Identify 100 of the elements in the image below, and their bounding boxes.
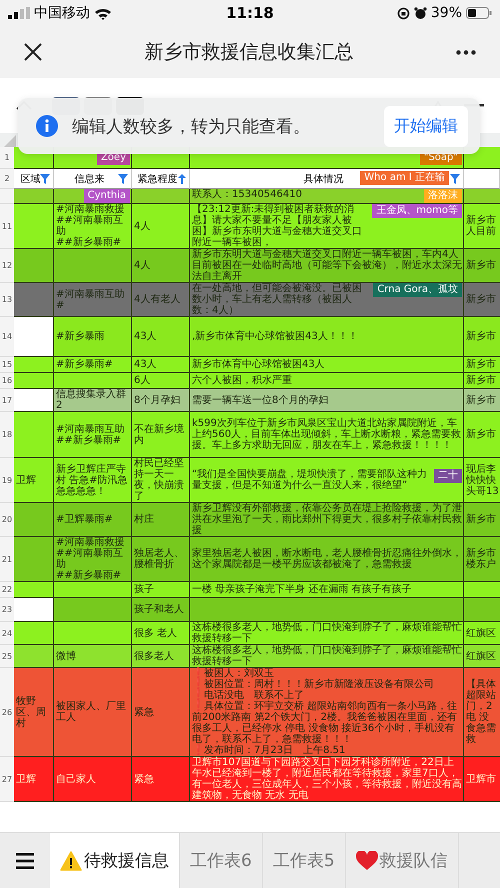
row-header[interactable]: 14 xyxy=(0,317,14,357)
row-header[interactable]: 17 xyxy=(0,389,14,412)
alarm-icon xyxy=(414,6,427,20)
table-cell xyxy=(464,189,500,204)
sheet-tab[interactable]: 待救援信息 xyxy=(50,833,180,888)
header-cell[interactable]: 具体情况 Who am I 正在输 xyxy=(190,169,464,189)
table-cell: 这栋楼很多老人，地势低，门口快淹到脖子了，麻烦谁能帮忙救援转移一下 xyxy=(190,622,464,645)
table-cell: ,新乡市体育中心球馆被困43人！！！ xyxy=(190,317,464,357)
header-cell[interactable]: 紧急程度 xyxy=(132,169,190,189)
more-icon[interactable] xyxy=(456,50,476,54)
table-cell: 新乡市楼东户 xyxy=(464,537,500,582)
table-cell: 新乡市东明大道与金穗大道交叉口附近一辆车被困，车内4人目前被困在一处临时高地（可能等下会被淹），附近水太深无法自主离开 xyxy=(190,249,464,283)
collaborator-tag: Cynthia xyxy=(84,189,130,203)
battery-icon xyxy=(466,7,492,19)
table-cell: 【23:12更新:未得到被困者获救的消息】请大家不要量不足【朋友家人被困】新乡市东明大道与金穗大道交叉口附近一辆车被困， 王金凤、momo等 xyxy=(190,204,464,249)
warning-icon xyxy=(60,850,82,870)
row-header[interactable]: 25 xyxy=(0,645,14,668)
collaborator-tag: 洛洛沫 xyxy=(424,189,462,203)
table-cell: 村民已经坚持一天一夜，快崩溃了 xyxy=(132,458,190,503)
filter-icon[interactable] xyxy=(450,174,460,184)
row-header[interactable]: 27 xyxy=(0,757,14,802)
table-cell: 卫辉市107国道与下园路交叉口下园牙科诊所附近，22日上午水已经淹到一楼了，附近居民都在等待救援，家里7口人，有一位老人，三位成年人，三个小孩，等待救援，附近没有高建筑物，无食物 无水 无电 xyxy=(190,757,464,802)
table-cell: 8个月孕妇 xyxy=(132,389,190,412)
table-cell: 4人 xyxy=(132,204,190,249)
table-cell: ❗被困人：刘双玉 ❗被困位置：周村！！！新乡市新隆液压设备有限公司 ❗电话没电 联系不上了 ❗具体位置：环宇立交桥 超限站南邻向西有一条小马路，往前200米路南 第2个铁大门，2楼。我爸爸被困在里面，还有很多工人，已经停水 停电 没食物 接近36个小时，手机没有电了，联系不上了，急需救援！！！ ❗发布时间：7月23日 上午8.51 xyxy=(190,668,464,757)
header-cell[interactable] xyxy=(464,169,500,189)
row-header[interactable]: 22 xyxy=(0,582,14,598)
table-cell: 一楼 母亲孩子淹完下半身 还在漏雨 有孩子有孩子 xyxy=(190,582,464,598)
table-cell: 紧急 xyxy=(132,668,190,757)
table-cell: 43人 xyxy=(132,357,190,373)
table-cell: 现后李快快快头哥13 xyxy=(464,458,500,503)
table-cell: 孩子和老人 xyxy=(132,598,190,622)
table-cell: k599次列车位于新乡市凤泉区宝山大道北站家属院附近，车上约560人，目前车体出现倾斜，车上断水断粮，紧急需要救援。车上多方求助无回应，朋友在车上，紧急救援！！！！ xyxy=(190,412,464,458)
row-header[interactable]: 23 xyxy=(0,598,14,622)
row-header[interactable]: 21 xyxy=(0,537,14,582)
table-cell: 新乡市 xyxy=(464,283,500,317)
table-cell: 新乡市 xyxy=(464,249,500,283)
sort-icon[interactable] xyxy=(178,174,186,184)
row-header[interactable]: 1 xyxy=(0,147,14,169)
info-icon xyxy=(36,115,58,137)
table-cell: 六个人被困，积水严重 xyxy=(190,373,464,389)
table-cell: 家里独居老人被困，断水断电，老人腰椎骨折忍痛往外倒水，这个家属院都是一楼平房应该都被淹了，急需救援 xyxy=(190,537,464,582)
table-cell: 新乡市人目前 xyxy=(464,204,500,249)
table-cell: #新乡暴雨 xyxy=(54,317,132,357)
table-cell: 孩子 xyxy=(132,582,190,598)
table-cell: 新乡卫辉没有外部救援，依靠公务员在堤上抢险救援，为了泄洪在水里泡了一天，雨比郑州下得更大，很多村子依靠村民救援 xyxy=(190,503,464,537)
filter-icon[interactable] xyxy=(118,174,128,184)
close-icon[interactable] xyxy=(24,43,42,61)
rotation-lock-icon xyxy=(396,6,410,20)
table-cell: 卫辉市 xyxy=(464,757,500,802)
table-cell: 【具体超限站门，2电 没食急需救 xyxy=(464,668,500,757)
table-cell: 红旗区 xyxy=(464,622,500,645)
row-header[interactable]: 16 xyxy=(0,373,14,389)
table-cell: 新乡市 xyxy=(464,373,500,389)
collaborator-tag: Who am I 正在输 xyxy=(360,171,449,185)
table-cell: 新乡市 xyxy=(464,317,500,357)
table-cell: 村庄 xyxy=(132,503,190,537)
header-cell[interactable]: 区域 xyxy=(14,169,54,189)
table-cell: #河南暴雨互助# xyxy=(54,283,132,317)
table-cell: #河南暴雨救援 ##河南暴雨互助 ##新乡暴雨# xyxy=(54,537,132,582)
row-header[interactable]: 19 xyxy=(0,458,14,503)
filter-icon[interactable] xyxy=(40,174,50,184)
table-cell: 紧急 xyxy=(132,757,190,802)
row-header[interactable]: 26 xyxy=(0,668,14,757)
table-cell: 被困家人、厂里工人 xyxy=(54,668,132,757)
table-cell: 4人 xyxy=(132,249,190,283)
row-header[interactable]: 13 xyxy=(0,283,14,317)
table-cell: 在一处高地，但可能会被淹没。已被困数小时，车上有老人需转移（被困人数：4人） Crna Gora、孤坟 xyxy=(190,283,464,317)
row-header[interactable]: 18 xyxy=(0,412,14,458)
row-header[interactable]: 2 xyxy=(0,169,14,189)
table-cell: #河南暴雨救援 ##河南暴雨互助 ##新乡暴雨# xyxy=(54,204,132,249)
table-cell: 很多老人 xyxy=(132,645,190,668)
collaborator-tag: 二十 xyxy=(434,469,462,483)
table-cell xyxy=(464,582,500,598)
menu-icon[interactable] xyxy=(16,852,34,868)
header-cell[interactable]: 信息来 xyxy=(54,169,132,189)
signal-icon xyxy=(8,7,30,19)
wifi-icon xyxy=(94,6,112,20)
table-cell: 新乡市 xyxy=(464,389,500,412)
table-cell: 新乡市 xyxy=(464,357,500,373)
heart-icon xyxy=(356,850,378,870)
row-header[interactable]: 11 xyxy=(0,204,14,249)
table-cell: 需要一辆车送一位8个月的孕妇 xyxy=(190,389,464,412)
table-cell: 联系人：15340546410 洛洛沫 xyxy=(190,189,464,204)
table-cell: 4人有老人 xyxy=(132,283,190,317)
row-header[interactable]: 12 xyxy=(0,249,14,283)
table-cell: 牧野区、周村 xyxy=(14,668,54,757)
table-cell: #河南暴雨互助 ##新乡暴雨# xyxy=(54,412,132,458)
start-editing-button[interactable]: 开始编辑 xyxy=(384,106,468,146)
page-title: 新乡市救援信息收集汇总 xyxy=(144,40,354,65)
collaborator-tag: 王金凤、momo等 xyxy=(372,204,462,218)
row-header[interactable]: 20 xyxy=(0,503,14,537)
table-cell: 微博 xyxy=(54,645,132,668)
table-cell: 卫辉 xyxy=(14,757,54,802)
row-header[interactable]: 24 xyxy=(0,622,14,645)
clock-time: 11:18 xyxy=(226,4,274,22)
row-header[interactable]: 15 xyxy=(0,357,14,373)
table-cell: 这栋楼很多老人，地势低，门口快淹到脖子了，麻烦谁能帮忙救援转移一下 xyxy=(190,645,464,668)
collaborator-tag: Crna Gora、孤坟 xyxy=(373,283,462,297)
battery-percent: 39% xyxy=(430,5,462,21)
